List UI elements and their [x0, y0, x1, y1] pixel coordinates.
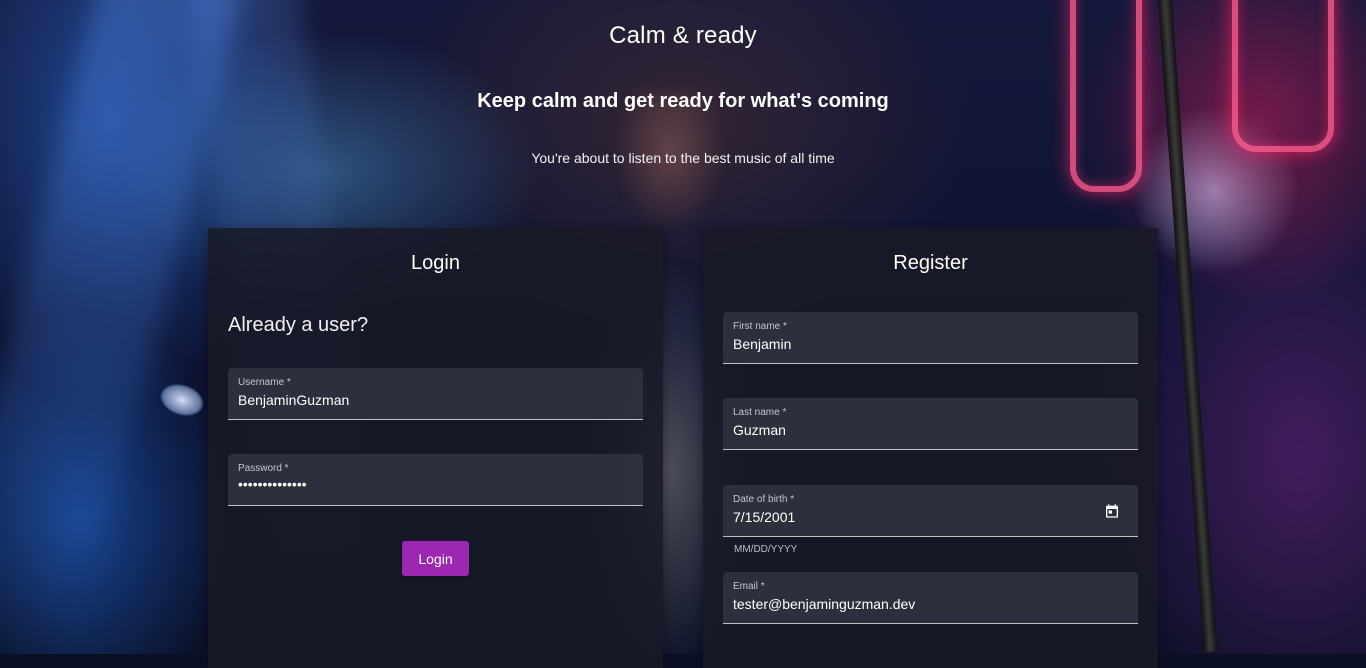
email-input[interactable]	[733, 596, 1093, 612]
first-name-label: First name *	[733, 321, 787, 332]
calendar-icon[interactable]	[1104, 503, 1120, 519]
first-name-field[interactable]: First name *	[723, 312, 1138, 364]
register-title: Register	[893, 252, 968, 274]
register-card: Register First name * Last name * Date o…	[703, 228, 1158, 668]
page-title: Calm & ready	[609, 22, 757, 49]
password-field[interactable]: Password * ••••••••••••••	[228, 454, 643, 506]
password-input[interactable]: ••••••••••••••	[238, 476, 598, 492]
page-tagline: You're about to listen to the best music…	[531, 150, 835, 166]
last-name-field[interactable]: Last name *	[723, 398, 1138, 450]
page-subtitle: Keep calm and get ready for what's comin…	[477, 90, 889, 112]
email-field[interactable]: Email *	[723, 572, 1138, 624]
login-button[interactable]: Login	[402, 541, 469, 576]
last-name-label: Last name *	[733, 407, 787, 418]
dob-input[interactable]	[733, 509, 1093, 525]
dob-hint: MM/DD/YYYY	[734, 544, 798, 555]
login-title: Login	[411, 252, 460, 274]
email-label: Email *	[733, 581, 765, 592]
login-prompt: Already a user?	[228, 314, 369, 336]
dob-label: Date of birth *	[733, 494, 795, 505]
sparkle	[156, 378, 208, 422]
first-name-input[interactable]	[733, 336, 1093, 352]
username-input[interactable]	[238, 392, 598, 408]
username-field[interactable]: Username *	[228, 368, 643, 420]
login-card: Login Already a user? Username * Passwor…	[208, 228, 663, 668]
username-label: Username *	[238, 377, 291, 388]
password-label: Password *	[238, 463, 289, 474]
dob-field[interactable]: Date of birth *	[723, 485, 1138, 537]
last-name-input[interactable]	[733, 422, 1093, 438]
